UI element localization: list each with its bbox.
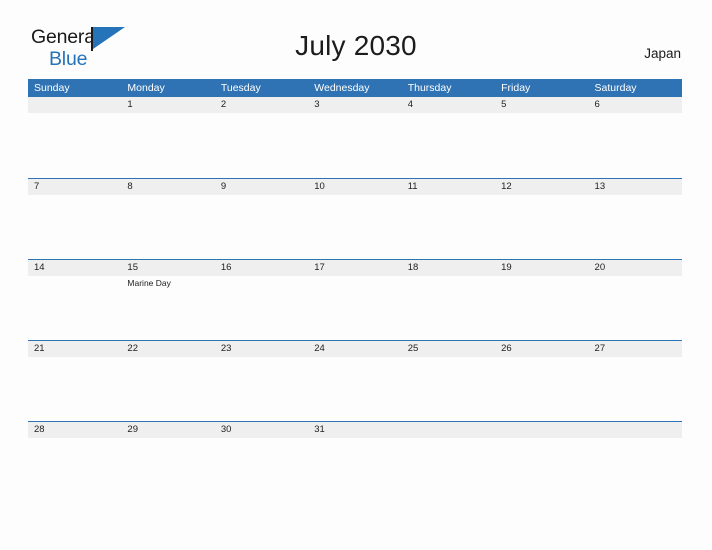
day-number: 27 bbox=[594, 343, 606, 354]
day-number: 11 bbox=[407, 181, 418, 192]
page-header: General Blue July 2030 Japan bbox=[0, 0, 712, 69]
day-cell-14[interactable]: 14 bbox=[28, 260, 121, 340]
day-cell-23[interactable]: 23 bbox=[215, 341, 308, 421]
day-number: 2 bbox=[220, 99, 227, 110]
day-number: 15 bbox=[127, 262, 138, 273]
day-number: 4 bbox=[407, 99, 413, 110]
calendar-week-row: 7 8 9 10 11 12 13 bbox=[28, 178, 682, 259]
day-number: 18 bbox=[407, 262, 419, 273]
day-cell-27[interactable]: 27 bbox=[589, 341, 682, 421]
day-number: 13 bbox=[594, 181, 606, 192]
day-cell-10[interactable]: 10 bbox=[308, 179, 401, 259]
day-cell-28[interactable]: 28 bbox=[28, 422, 121, 502]
day-number: 20 bbox=[594, 262, 606, 273]
weekday-header-thursday: Thursday bbox=[407, 82, 452, 94]
calendar-week-row: 14 15 Marine Day 16 17 18 19 20 bbox=[28, 259, 682, 340]
day-cell-16[interactable]: 16 bbox=[215, 260, 308, 340]
page-title: July 2030 bbox=[295, 30, 417, 61]
day-cell-empty bbox=[402, 422, 495, 502]
day-number: 16 bbox=[220, 262, 232, 273]
day-number: 7 bbox=[34, 181, 40, 192]
day-cell-19[interactable]: 19 bbox=[495, 260, 588, 340]
day-number: 3 bbox=[314, 99, 320, 110]
day-cell-4[interactable]: 4 bbox=[402, 97, 495, 178]
day-cell-9[interactable]: 9 bbox=[215, 179, 308, 259]
day-cell-12[interactable]: 12 bbox=[495, 179, 588, 259]
day-cell-2[interactable]: 2 bbox=[215, 97, 308, 178]
calendar-week-row: 21 22 23 24 25 26 27 bbox=[28, 340, 682, 421]
weekday-header-wednesday: Wednesday bbox=[314, 82, 370, 94]
day-number: 1 bbox=[127, 99, 133, 110]
weekday-header-monday: Monday bbox=[127, 82, 165, 94]
day-cell-empty bbox=[28, 97, 121, 178]
day-cell-empty bbox=[495, 422, 588, 502]
day-cell-17[interactable]: 17 bbox=[308, 260, 401, 340]
day-number: 10 bbox=[314, 181, 325, 192]
calendar-week-row: 1 2 3 4 5 6 bbox=[28, 97, 682, 178]
day-cell-20[interactable]: 20 bbox=[589, 260, 682, 340]
day-events: Marine Day bbox=[127, 276, 214, 289]
day-number: 21 bbox=[34, 343, 45, 354]
day-number: 25 bbox=[407, 343, 419, 354]
calendar-grid: Sunday Monday Tuesday Wednesday Thursday Frid… bbox=[28, 79, 682, 502]
day-cell-18[interactable]: 18 bbox=[402, 260, 495, 340]
day-cell-13[interactable]: 13 bbox=[589, 179, 682, 259]
day-number: 17 bbox=[314, 262, 325, 273]
day-cell-30[interactable]: 30 bbox=[215, 422, 308, 502]
weekday-header-saturday: Saturday bbox=[594, 82, 637, 94]
day-number: 6 bbox=[594, 99, 600, 110]
locale-label: Japan bbox=[644, 46, 681, 61]
weekday-header-friday: Friday bbox=[501, 82, 531, 94]
day-cell-15[interactable]: 15 Marine Day bbox=[121, 260, 214, 340]
day-cell-24[interactable]: 24 bbox=[308, 341, 401, 421]
day-number: 12 bbox=[501, 181, 512, 192]
day-number: 24 bbox=[314, 343, 325, 354]
calendar-weeks: 1 2 3 4 5 6 7 8 9 10 11 12 13 14 15 Marine Day 16 17 18 19 2… bbox=[28, 97, 682, 502]
day-cell-7[interactable]: 7 bbox=[28, 179, 121, 259]
calendar-week-row: 28 29 30 31 bbox=[28, 421, 682, 502]
weekday-header-sunday: Sunday bbox=[34, 82, 70, 94]
day-cell-1[interactable]: 1 bbox=[121, 97, 214, 178]
day-number: 8 bbox=[127, 181, 133, 192]
day-cell-8[interactable]: 8 bbox=[121, 179, 214, 259]
day-cell-6[interactable]: 6 bbox=[589, 97, 682, 178]
day-cell-29[interactable]: 29 bbox=[121, 422, 214, 502]
day-cell-11[interactable]: 11 bbox=[402, 179, 495, 259]
day-number: 26 bbox=[501, 343, 512, 354]
day-cell-25[interactable]: 25 bbox=[402, 341, 495, 421]
day-number: 14 bbox=[34, 262, 45, 273]
day-number: 5 bbox=[501, 99, 507, 110]
weekday-header-tuesday: Tuesday bbox=[220, 82, 261, 94]
day-number: 9 bbox=[220, 181, 227, 192]
day-number: 23 bbox=[220, 343, 232, 354]
day-number: 19 bbox=[501, 262, 512, 273]
day-cell-21[interactable]: 21 bbox=[28, 341, 121, 421]
day-number: 28 bbox=[34, 424, 45, 435]
day-number: 29 bbox=[127, 424, 138, 435]
day-cell-31[interactable]: 31 bbox=[308, 422, 401, 502]
day-cell-5[interactable]: 5 bbox=[495, 97, 588, 178]
day-cell-3[interactable]: 3 bbox=[308, 97, 401, 178]
day-cell-empty bbox=[589, 422, 682, 502]
day-number: 30 bbox=[220, 424, 232, 435]
day-cell-26[interactable]: 26 bbox=[495, 341, 588, 421]
holiday-label: Marine Day bbox=[127, 278, 171, 288]
calendar-weekday-header: Sunday Monday Tuesday Wednesday Thursday Frid… bbox=[28, 79, 682, 97]
day-cell-22[interactable]: 22 bbox=[121, 341, 214, 421]
day-number: 31 bbox=[314, 424, 325, 435]
day-number: 22 bbox=[127, 343, 138, 354]
